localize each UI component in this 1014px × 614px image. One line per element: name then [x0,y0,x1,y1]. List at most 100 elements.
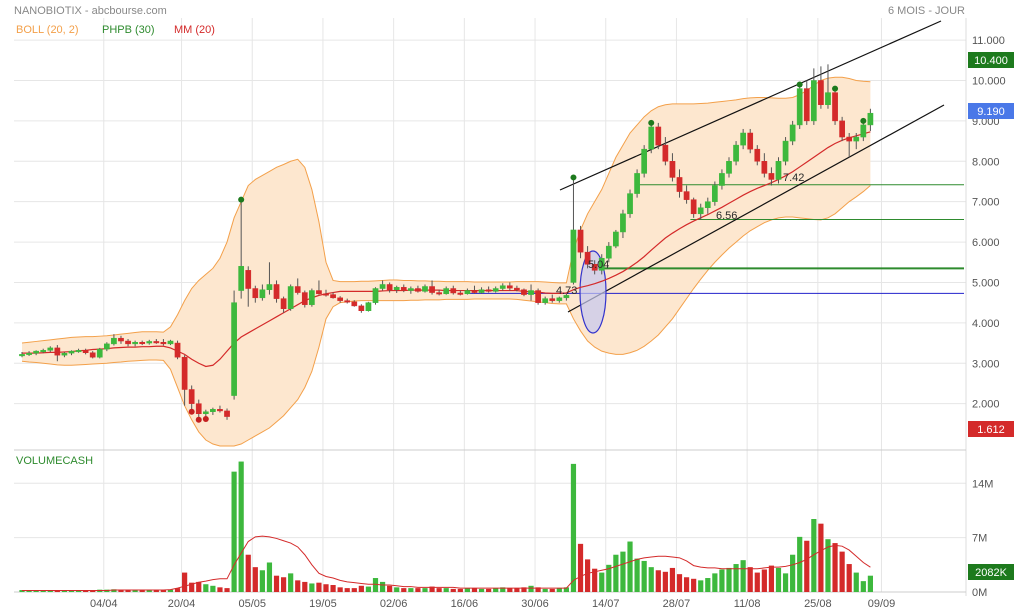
volume-bar[interactable] [627,541,633,592]
volume-bar[interactable] [613,554,619,592]
volume-bar[interactable] [358,585,364,592]
volume-bar[interactable] [676,574,683,592]
volume-bar[interactable] [570,463,577,592]
volume-bar[interactable] [436,588,442,592]
volume-bar[interactable] [252,567,258,592]
volume-bar[interactable] [648,567,654,592]
volume-bar[interactable] [266,562,273,592]
volume-bar[interactable] [337,587,343,592]
volume-bar[interactable] [585,559,591,592]
volume-bar[interactable] [556,588,562,592]
volume-bar[interactable] [443,588,449,592]
volume-bar[interactable] [422,588,428,592]
volume-bar[interactable] [132,590,138,592]
volume-bar[interactable] [761,569,767,592]
volume-bar[interactable] [302,581,308,592]
volume-bar[interactable] [238,461,244,592]
volume-bar[interactable] [655,570,661,592]
candle[interactable] [613,229,619,249]
volume-bar[interactable] [514,588,520,592]
volume-bar[interactable] [288,573,294,592]
candle[interactable] [627,189,633,218]
volume-bar[interactable] [782,573,789,592]
volume-bar[interactable] [493,588,499,592]
candle[interactable] [287,284,294,311]
volume-bar[interactable] [153,590,159,592]
volume-bar[interactable] [182,572,188,592]
volume-bar[interactable] [259,570,265,592]
volume-bar[interactable] [478,588,485,592]
candle[interactable] [634,169,640,198]
volume-bar[interactable] [726,567,732,592]
volume-bar[interactable] [139,590,145,592]
volume-bar[interactable] [542,588,548,592]
volume-bar[interactable] [196,581,202,592]
volume-bar[interactable] [599,572,605,592]
candle[interactable] [365,301,372,312]
candle[interactable] [372,287,379,305]
candle[interactable] [535,288,541,305]
volume-bar[interactable] [790,554,796,592]
volume-bar[interactable] [68,590,75,592]
volume-bar[interactable] [471,588,478,592]
volume-bar[interactable] [295,580,301,592]
volume-bar[interactable] [457,588,463,592]
volume-bar[interactable] [316,582,322,592]
volume-bar[interactable] [641,560,647,592]
volume-bar[interactable] [309,583,315,592]
volume-bar[interactable] [698,580,704,592]
candle[interactable] [775,157,782,184]
volume-bar[interactable] [528,585,534,592]
stock-chart[interactable]: 5.04 4.73 6.56 7.42 NANOBIOTIX - abcbour… [0,0,1014,614]
volume-bar[interactable] [344,588,350,592]
volume-bar[interactable] [754,572,760,592]
volume-bar[interactable] [634,558,640,592]
candle[interactable] [782,137,789,166]
volume-bar[interactable] [330,585,336,592]
candle[interactable] [648,122,655,154]
volume-bar[interactable] [203,584,209,592]
volume-bar[interactable] [224,588,230,592]
volume-bar[interactable] [804,540,810,592]
volume-bar[interactable] [719,569,725,592]
candle[interactable] [641,145,648,178]
volume-bar[interactable] [217,587,223,592]
volume-bar[interactable] [577,543,584,592]
volume-bar[interactable] [768,565,775,592]
volume-bar[interactable] [450,588,456,592]
volume-bar[interactable] [273,575,280,592]
volume-bar[interactable] [408,588,414,592]
volume-bar[interactable] [846,564,852,592]
volume-bar[interactable] [387,585,393,592]
volume-bar[interactable] [210,585,216,592]
volume-bar[interactable] [839,551,845,592]
volume-bar[interactable] [832,543,838,592]
volume-bar[interactable] [125,590,131,592]
volume-bar[interactable] [245,554,251,592]
candle[interactable] [832,88,838,125]
candle[interactable] [174,340,181,360]
candle[interactable] [96,347,103,359]
volume-bar[interactable] [379,581,386,592]
volume-bar[interactable] [712,573,718,592]
volume-bar[interactable] [818,523,824,592]
volume-bar[interactable] [747,567,753,592]
volume-bar[interactable] [401,588,407,592]
volume-bar[interactable] [683,577,690,592]
volume-bar[interactable] [415,588,421,592]
volume-bar[interactable] [797,536,803,592]
volume-bar[interactable] [620,551,626,592]
candle[interactable] [655,122,662,150]
candle[interactable] [796,84,803,129]
volume-bar[interactable] [365,586,372,592]
volume-bar[interactable] [351,588,357,592]
volume-bar[interactable] [372,578,379,592]
volume-bar[interactable] [231,471,237,592]
volume-bar[interactable] [549,588,555,592]
volume-bar[interactable] [867,575,873,592]
volume-bar[interactable] [323,584,329,592]
volume-bar[interactable] [853,572,859,592]
volume-bar[interactable] [507,588,513,592]
candle[interactable] [309,288,315,307]
volume-bar[interactable] [669,567,676,592]
